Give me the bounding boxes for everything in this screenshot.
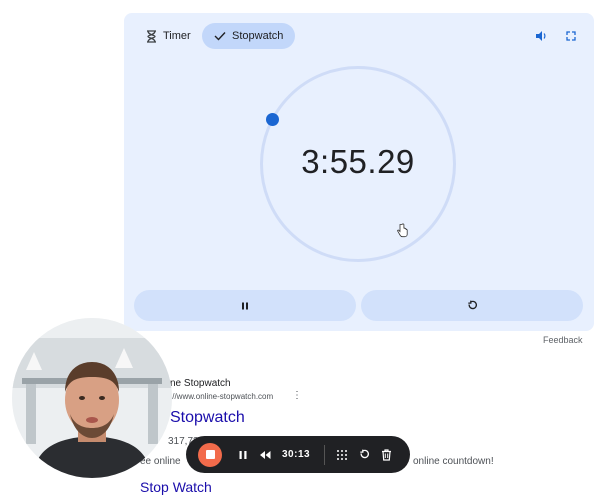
stop-recording-button[interactable] <box>198 442 222 467</box>
toolbar-divider <box>324 444 326 465</box>
rewind-button[interactable] <box>254 444 276 466</box>
volume-icon[interactable] <box>534 29 548 43</box>
result-snippet-start: ee online <box>140 456 181 467</box>
result-title-link[interactable]: Stopwatch <box>170 409 245 427</box>
recording-toolbar: 30:13 <box>186 436 410 473</box>
reset-icon <box>467 300 477 310</box>
tab-timer[interactable]: Timer <box>134 23 203 49</box>
restart-icon <box>359 449 369 459</box>
more-options-icon[interactable]: ⋮ <box>292 390 302 401</box>
pause-icon <box>239 450 247 459</box>
rewind-icon <box>260 450 271 459</box>
fullscreen-icon[interactable] <box>564 29 578 43</box>
restart-recording-button[interactable] <box>353 444 375 466</box>
progress-dot <box>266 113 279 126</box>
next-result-title-link[interactable]: Stop Watch <box>140 479 212 495</box>
delete-recording-button[interactable] <box>375 444 397 466</box>
dots-grid-icon <box>337 449 348 460</box>
trash-icon <box>381 448 391 461</box>
pause-recording-button[interactable] <box>232 444 254 466</box>
result-snippet-end: online countdown! <box>413 456 494 467</box>
stop-icon <box>205 450 215 459</box>
hand-cursor-icon <box>397 223 408 238</box>
grid-button[interactable] <box>331 444 353 466</box>
recording-elapsed-time: 30:13 <box>282 449 311 460</box>
check-icon <box>214 32 226 41</box>
stopwatch-widget: Timer Stopwatch 3:55.29 <box>124 13 594 331</box>
hourglass-icon <box>147 29 156 43</box>
tab-stopwatch[interactable]: Stopwatch <box>202 23 296 49</box>
pause-icon <box>242 302 248 309</box>
result-url[interactable]: ://www.online-stopwatch.com <box>170 392 273 401</box>
tab-timer-label: Timer <box>163 30 191 42</box>
pause-button[interactable] <box>134 290 356 321</box>
stopwatch-display: 3:55.29 <box>301 143 415 180</box>
result-site-name: ne Stopwatch <box>170 378 231 389</box>
tab-stopwatch-label: Stopwatch <box>232 30 284 42</box>
feedback-link[interactable]: Feedback <box>543 335 583 345</box>
reset-button[interactable] <box>361 290 583 321</box>
webcam-bubble[interactable] <box>12 318 172 478</box>
presenter-video-image <box>12 318 172 478</box>
